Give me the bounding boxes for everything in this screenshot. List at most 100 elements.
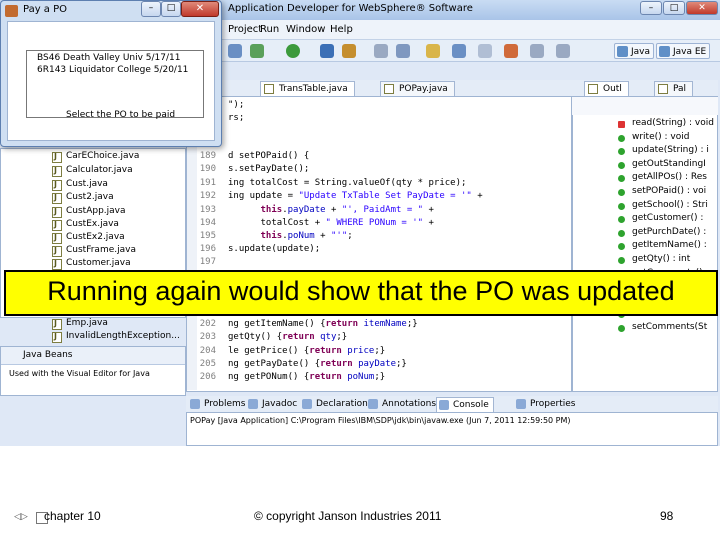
outline-method-label: update(String) : i	[632, 145, 709, 156]
tab-console[interactable]: Console	[436, 397, 494, 412]
outline-toolbar	[572, 97, 718, 115]
close-button[interactable]: ✕	[181, 1, 219, 17]
file-item[interactable]: Cust2.java	[52, 192, 114, 205]
toolbar-icon[interactable]	[478, 44, 492, 58]
code-token: ;}	[374, 372, 386, 382]
tab-annotations[interactable]: Annotations	[366, 397, 440, 412]
code-token: ng getPONum() {	[228, 372, 310, 382]
file-item[interactable]: CustEx2.java	[52, 232, 125, 245]
code-token: ing totalCost = String.valueOf(qty * pri…	[228, 178, 467, 188]
file-item[interactable]: InvalidLengthException...	[52, 331, 180, 344]
maximize-icon[interactable]: □	[663, 1, 685, 15]
toolbar-icon[interactable]	[396, 44, 410, 58]
code-token: poNum	[287, 231, 315, 241]
callout-text: Running again would show that the PO was…	[47, 276, 675, 306]
code-line: this.payDate + "', PaidAmt = " +	[228, 205, 434, 215]
line-number: 194	[199, 218, 216, 228]
outline-method-item[interactable]: getOutStandingI	[618, 159, 706, 172]
outline-method-item[interactable]: getPurchDate() :	[617, 227, 706, 240]
java-file-icon	[52, 233, 62, 244]
menu-help[interactable]: Help	[330, 24, 353, 35]
code-token: +	[423, 218, 434, 228]
maximize-icon[interactable]: □	[161, 1, 181, 17]
outline-method-item[interactable]: getQty() : int	[617, 254, 691, 267]
minimize-icon[interactable]: –	[141, 1, 161, 17]
file-item[interactable]: CustApp.java	[52, 206, 126, 219]
dialog-title: Pay a PO	[23, 4, 68, 15]
toolbar-icon[interactable]	[374, 44, 388, 58]
outline-method-label: read(String) : void	[632, 118, 714, 128]
perspective-switcher: Java Java EE	[592, 42, 718, 62]
java-file-icon	[52, 166, 62, 177]
outline-method-item[interactable]: write() : void	[617, 132, 689, 145]
minimize-icon[interactable]: –	[640, 1, 662, 15]
tab-outline[interactable]: Outl	[584, 81, 629, 96]
code-line: ng getItemName() {return itemName;}	[228, 319, 418, 329]
slide-nav-icon[interactable]: ◁▷	[14, 512, 28, 522]
toolbar-icon[interactable]	[556, 44, 570, 58]
code-token: payDate	[287, 205, 326, 215]
code-token: this	[260, 231, 283, 241]
code-token: ng getPayDate() {	[228, 359, 321, 369]
toolbar-icon[interactable]	[342, 44, 356, 58]
menu-run[interactable]: Run	[260, 24, 279, 35]
toolbar-icon[interactable]	[320, 44, 334, 58]
code-line: getQty() {return qty;}	[228, 332, 347, 342]
file-item[interactable]: CustFrame.java	[52, 245, 136, 258]
tab-declaration[interactable]: Declaration	[300, 397, 372, 412]
po-list-item[interactable]: 6R143 Liquidator College 5/20/11	[37, 65, 188, 75]
tab-transtable[interactable]: TransTable.java	[260, 81, 355, 96]
toolbar-icon[interactable]	[452, 44, 466, 58]
po-list-item[interactable]: BS46 Death Valley Univ 5/17/11	[37, 53, 181, 63]
tab-javadoc[interactable]: Javadoc	[246, 397, 301, 412]
java-beans-title[interactable]: Java Beans	[23, 350, 73, 360]
code-token: +	[423, 205, 434, 215]
code-token: price	[347, 346, 375, 356]
run-icon[interactable]	[286, 44, 300, 58]
outline-method-item[interactable]: getCustomer() :	[617, 213, 703, 226]
file-item[interactable]: Emp.java	[52, 318, 108, 331]
po-instruction-label: Select the PO to be paid	[66, 110, 176, 120]
java-beans-header: Java Beans	[1, 347, 185, 365]
outline-method-item[interactable]: setComments(St	[617, 322, 707, 335]
tab-label: POPay.java	[399, 84, 448, 94]
tab-palette[interactable]: Pal	[654, 81, 694, 96]
pay-po-dialog: Pay a PO – □ ✕ BS46 Death Valley Univ 5/…	[0, 0, 222, 147]
palette-icon	[658, 84, 668, 94]
po-list[interactable]: BS46 Death Valley Univ 5/17/11 6R143 Liq…	[26, 50, 204, 118]
line-number: 196	[199, 244, 216, 254]
outline-method-label: getQty() : int	[632, 254, 691, 264]
java-file-icon	[52, 319, 62, 330]
java-file-icon	[52, 207, 62, 218]
javaee-perspective-button[interactable]: Java EE	[656, 43, 711, 59]
outline-method-item[interactable]: setPOPaid() : voi	[617, 186, 706, 199]
outline-method-item[interactable]: getAllPOs() : Res	[618, 172, 707, 185]
file-item[interactable]: Cust.java	[52, 179, 108, 192]
code-line: ng getPayDate() {return payDate;}	[228, 359, 407, 369]
java-perspective-button[interactable]: Java	[614, 43, 655, 59]
outline-method-item[interactable]: getSchool() : Stri	[618, 200, 708, 213]
code-token: ng getItemName() {	[228, 319, 326, 329]
tab-label: Pal	[673, 84, 687, 94]
outline-method-item[interactable]: update(String) : i	[618, 145, 709, 158]
close-icon[interactable]: ✕	[686, 1, 718, 15]
code-token: return	[320, 359, 353, 369]
tab-popay[interactable]: POPay.java	[380, 81, 455, 96]
outline-method-item[interactable]: getItemName() :	[618, 240, 707, 253]
toolbar-icon[interactable]	[426, 44, 440, 58]
tab-properties[interactable]: Properties	[514, 397, 579, 412]
toolbar-icon[interactable]	[228, 44, 242, 58]
file-item[interactable]: CustEx.java	[52, 219, 119, 232]
outline-method-item[interactable]: read(String) : void	[618, 118, 714, 131]
toolbar-icon[interactable]	[504, 44, 518, 58]
tab-problems[interactable]: Problems	[188, 397, 249, 412]
menu-window[interactable]: Window	[286, 24, 325, 35]
outline-method-label: getItemName() :	[632, 240, 707, 251]
file-item[interactable]: CarEChoice.java	[52, 151, 139, 164]
menu-project[interactable]: Project	[228, 24, 262, 35]
file-item[interactable]: Calculator.java	[52, 165, 133, 178]
tab-label: Problems	[204, 399, 246, 409]
debug-icon[interactable]	[250, 44, 264, 58]
toolbar-icon[interactable]	[530, 44, 544, 58]
